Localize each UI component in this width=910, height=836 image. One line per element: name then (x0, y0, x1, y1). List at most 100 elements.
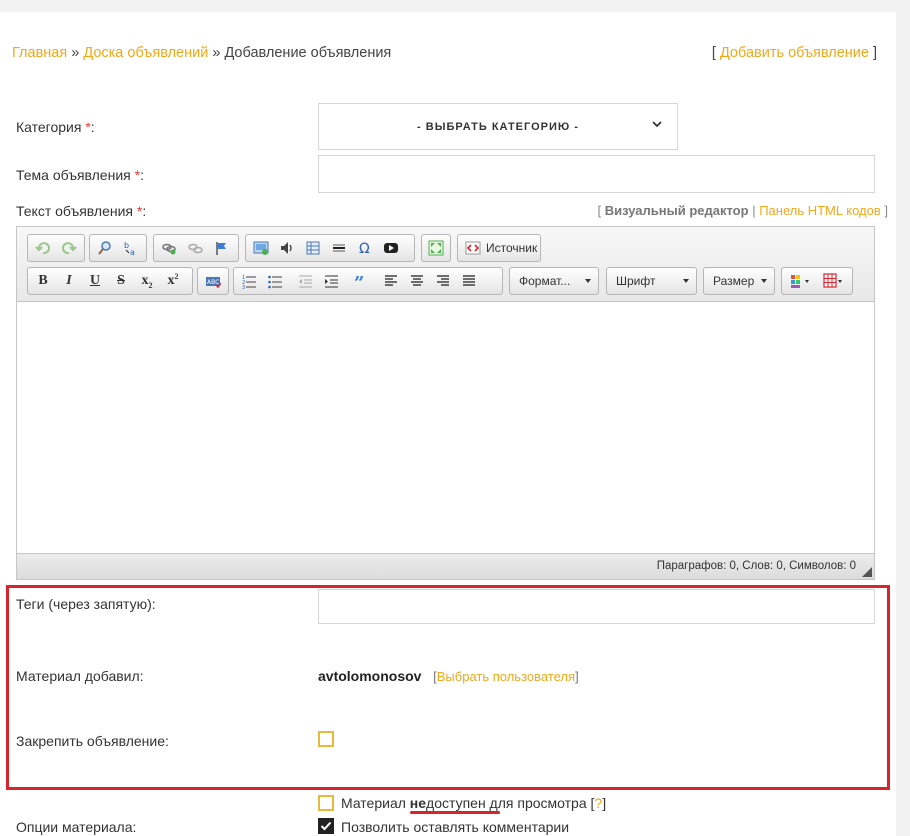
bracket: [ (597, 203, 602, 218)
html-panel-link[interactable]: Панель HTML кодов (759, 203, 881, 218)
underline-icon[interactable]: U (82, 269, 108, 293)
hr-icon[interactable] (326, 236, 352, 260)
word-count: Параграфов: 0, Слов: 0, Символов: 0 (656, 560, 856, 572)
chevron-down-icon (652, 121, 662, 128)
justify-icon[interactable] (456, 269, 482, 293)
add-ad-link[interactable]: Добавить объявление (720, 45, 869, 61)
breadcrumb-home-link[interactable]: Главная (12, 45, 67, 61)
align-left-icon[interactable] (378, 269, 404, 293)
options-label: Опции материала: (16, 819, 137, 835)
basic-style-group: B I U S x2 x2 (27, 267, 193, 295)
colon: : (90, 119, 95, 135)
bold-icon[interactable]: B (30, 269, 56, 293)
dropdown-arrow-icon (585, 279, 591, 283)
history-group (27, 234, 85, 262)
table-icon[interactable] (300, 236, 326, 260)
audio-icon[interactable] (274, 236, 300, 260)
editor-statusbar: Параграфов: 0, Слов: 0, Символов: 0 (17, 553, 874, 579)
category-label-text: Категория (16, 119, 82, 135)
category-select[interactable]: - ВЫБРАТЬ КАТЕГОРИЮ - (318, 103, 678, 150)
unavailable-checkbox[interactable] (318, 795, 334, 811)
svg-text:ABC: ABC (207, 279, 219, 286)
superscript-icon[interactable]: x2 (160, 269, 186, 293)
breadcrumb: Главная » Доска объявлений » Добавление … (12, 45, 391, 61)
align-right-icon[interactable] (430, 269, 456, 293)
text-label-text: Текст объявления (16, 203, 134, 219)
bracket: ] (884, 203, 888, 218)
svg-text:b: b (124, 241, 129, 250)
paragraph-group: 123 ” (233, 267, 503, 295)
pick-user-link[interactable]: Выбрать пользователя (437, 669, 575, 684)
indent-icon[interactable] (318, 269, 344, 293)
outdent-icon[interactable] (292, 269, 318, 293)
svg-text:”: ” (354, 273, 364, 289)
spellcheck-icon[interactable]: ABC (200, 269, 226, 293)
font-combo-label: Шрифт (616, 274, 656, 288)
anchor-icon[interactable] (208, 236, 234, 260)
option-text-bold: не (409, 795, 427, 811)
pin-checkbox[interactable] (318, 731, 334, 747)
breadcrumb-separator: » (212, 45, 221, 61)
resize-handle-icon[interactable] (862, 567, 872, 577)
subscript-icon[interactable]: x2 (134, 269, 160, 293)
red-underline-annotation (410, 811, 500, 814)
text-label: Текст объявления *: (16, 203, 146, 219)
source-group[interactable]: Источник (457, 234, 541, 262)
unlink-icon[interactable] (182, 236, 208, 260)
comments-checkbox[interactable] (318, 818, 334, 834)
color-group (781, 267, 853, 295)
bracket: ] (575, 669, 579, 684)
subject-input[interactable] (318, 155, 875, 193)
bracket: [ (711, 45, 716, 61)
category-label: Категория *: (16, 119, 95, 135)
omega-icon[interactable]: Ω (352, 236, 378, 260)
comments-option-label: Позволить оставлять комментарии (341, 819, 570, 835)
pin-label: Закрепить объявление: (16, 733, 169, 749)
size-combo-label: Размер (713, 274, 755, 288)
find-icon[interactable] (92, 236, 118, 260)
maximize-icon[interactable] (424, 236, 448, 260)
bullet-list-icon[interactable] (262, 269, 288, 293)
maximize-group (421, 234, 451, 262)
option-text-pre: Материал (341, 795, 410, 811)
align-center-icon[interactable] (404, 269, 430, 293)
strike-icon[interactable]: S (108, 269, 134, 293)
category-select-value: - ВЫБРАТЬ КАТЕГОРИЮ - (417, 120, 579, 133)
ordered-list-icon[interactable]: 123 (236, 269, 262, 293)
unavailable-option-label: Материал недоступен для просмотра [?] (341, 795, 606, 811)
bracket: ] (872, 45, 877, 61)
bg-color-icon[interactable] (817, 269, 850, 293)
link-icon[interactable] (156, 236, 182, 260)
bracket: ] (602, 795, 607, 811)
switch-separator: | (752, 203, 756, 218)
dropdown-arrow-icon (683, 279, 689, 283)
insert-group: Ω (245, 234, 415, 262)
undo-icon[interactable] (30, 236, 56, 260)
colon: : (140, 167, 144, 183)
add-ad-link-wrapper: [ Добавить объявление ] (712, 45, 877, 61)
video-icon[interactable] (378, 236, 404, 260)
editor-switch: [ Визуальный редактор | Панель HTML кодо… (597, 203, 888, 218)
editor-content-area[interactable] (17, 303, 874, 553)
text-color-icon[interactable] (784, 269, 817, 293)
image-icon[interactable] (248, 236, 274, 260)
quote-icon[interactable]: ” (348, 269, 374, 293)
dropdown-arrow-icon (761, 279, 767, 283)
redo-icon[interactable] (56, 236, 82, 260)
spell-group: ABC (197, 267, 229, 295)
subject-label-text: Тема объявления (16, 167, 131, 183)
size-combo[interactable]: Размер (703, 267, 775, 295)
replace-icon[interactable]: ba (118, 236, 144, 260)
font-combo[interactable]: Шрифт (606, 267, 697, 295)
added-by-field: avtolomonosov [Выбрать пользователя] (318, 668, 579, 684)
svg-text:a: a (130, 248, 135, 256)
format-combo-label: Формат... (519, 274, 571, 288)
italic-icon[interactable]: I (56, 269, 82, 293)
breadcrumb-separator: » (71, 45, 80, 61)
option-text-post: доступен для просмотра [ (426, 795, 595, 811)
subject-label: Тема объявления *: (16, 167, 144, 183)
tags-input[interactable] (318, 589, 875, 624)
visual-editor-tab[interactable]: Визуальный редактор (605, 203, 749, 218)
breadcrumb-board-link[interactable]: Доска объявлений (83, 45, 208, 61)
format-combo[interactable]: Формат... (509, 267, 599, 295)
